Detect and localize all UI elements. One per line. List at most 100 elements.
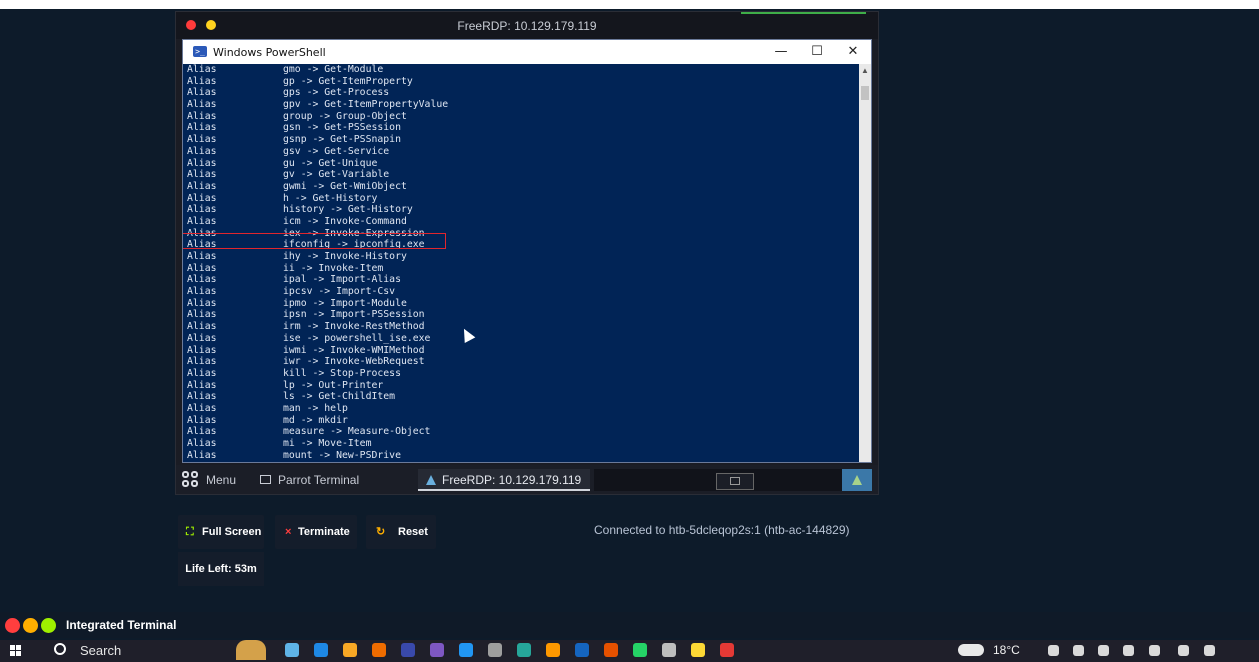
- output-line: Alias gp -> Get-ItemProperty: [187, 76, 859, 88]
- minimize-button[interactable]: —: [763, 42, 799, 62]
- output-line: Alias gsn -> Get-PSSession: [187, 122, 859, 134]
- powershell-window[interactable]: >_ Windows PowerShell — ☐ ✕ Alias gmo -> …: [182, 39, 872, 463]
- tray-icon[interactable]: [1048, 645, 1059, 656]
- command-alias: lp -> Out-Printer: [283, 379, 384, 391]
- fullscreen-icon: ⛶: [186, 526, 194, 538]
- reset-button[interactable]: ↻ Reset: [366, 515, 436, 549]
- tray-icon[interactable]: [1123, 645, 1134, 656]
- output-line: Alias gu -> Get-Unique: [187, 158, 859, 170]
- command-type: Alias: [187, 64, 217, 75]
- search-label[interactable]: Search: [80, 643, 121, 658]
- command-type: Alias: [187, 262, 217, 274]
- parrot-terminal-task[interactable]: Parrot Terminal: [260, 469, 390, 491]
- powershell-title: Windows PowerShell: [213, 46, 326, 59]
- command-alias: gsv -> Get-Service: [283, 145, 390, 157]
- connection-status: Connected to htb-5dcleqop2s:1 (htb-ac-14…: [594, 523, 850, 537]
- parrot-icon: [852, 475, 862, 485]
- taskbar-app-icon[interactable]: [372, 643, 386, 657]
- reset-label: Reset: [398, 526, 428, 538]
- freerdp-window[interactable]: FreeRDP: 10.129.179.119 >_ Windows Power…: [175, 11, 879, 495]
- command-type: Alias: [187, 169, 217, 181]
- command-type: Alias: [187, 379, 217, 391]
- command-type: Alias: [187, 251, 217, 262]
- full-screen-button[interactable]: ⛶ Full Screen: [178, 515, 264, 549]
- command-type: Alias: [187, 99, 217, 111]
- output-line: Alias ipsn -> Import-PSSession: [187, 309, 859, 321]
- command-alias: gv -> Get-Variable: [283, 169, 390, 181]
- output-line: Alias lp -> Out-Printer: [187, 380, 859, 392]
- command-type: Alias: [187, 356, 217, 368]
- terminate-button[interactable]: × Terminate: [275, 515, 357, 549]
- taskbar-app-icon[interactable]: [401, 643, 415, 657]
- tray-icon[interactable]: [1149, 645, 1160, 656]
- powershell-output[interactable]: Alias gmo -> Get-Module Alias gp -> Get-Ite…: [183, 64, 859, 462]
- powershell-title-bar[interactable]: >_ Windows PowerShell — ☐ ✕: [183, 40, 871, 64]
- taskbar-app-icon[interactable]: [633, 643, 647, 657]
- taskbar-app-icon[interactable]: [691, 643, 705, 657]
- taskbar-app-icon[interactable]: [314, 643, 328, 657]
- command-alias: man -> help: [283, 402, 348, 414]
- windows-start-icon[interactable]: [10, 645, 22, 657]
- command-alias: group -> Group-Object: [283, 110, 407, 122]
- red-dot-icon[interactable]: [5, 618, 20, 633]
- taskbar-app-icon[interactable]: [285, 643, 299, 657]
- windows-taskbar: Search 18°C: [0, 640, 1259, 662]
- maximize-button[interactable]: ☐: [799, 42, 835, 62]
- scrollbar-thumb[interactable]: [861, 86, 869, 100]
- temperature[interactable]: 18°C: [993, 643, 1020, 657]
- taskbar-app-icon[interactable]: [604, 643, 618, 657]
- tray-icon[interactable]: [1204, 645, 1215, 656]
- taskbar-app-icon[interactable]: [662, 643, 676, 657]
- powershell-icon: >_: [193, 46, 207, 57]
- search-icon[interactable]: [54, 643, 66, 655]
- freerdp-task[interactable]: FreeRDP: 10.129.179.119: [418, 469, 590, 491]
- terminate-label: Terminate: [298, 526, 350, 538]
- refresh-icon: ↻: [376, 526, 386, 538]
- taskbar-app-icon[interactable]: [430, 643, 444, 657]
- taskbar-app-icon[interactable]: [575, 643, 589, 657]
- command-alias: irm -> Invoke-RestMethod: [283, 321, 425, 333]
- taskbar-app-icon[interactable]: [720, 643, 734, 657]
- taskbar-app-icon[interactable]: [517, 643, 531, 657]
- command-alias: kill -> Stop-Process: [283, 367, 401, 379]
- tray-icon[interactable]: [1073, 645, 1084, 656]
- taskbar-app-icon[interactable]: [343, 643, 357, 657]
- orange-dot-icon[interactable]: [23, 618, 38, 633]
- command-alias: gsnp -> Get-PSSnapin: [283, 134, 401, 146]
- output-line: Alias gmo -> Get-Module: [187, 64, 859, 76]
- command-alias: measure -> Measure-Object: [283, 426, 431, 438]
- command-alias: gpv -> Get-ItemPropertyValue: [283, 99, 449, 111]
- command-type: Alias: [187, 87, 217, 99]
- command-type: Alias: [187, 134, 217, 146]
- freerdp-task-label: FreeRDP: 10.129.179.119: [442, 473, 582, 487]
- taskbar-app-icon[interactable]: [488, 643, 502, 657]
- scroll-up-icon[interactable]: ▲: [859, 66, 871, 76]
- command-type: Alias: [187, 110, 217, 122]
- show-desktop-button[interactable]: [842, 469, 872, 491]
- output-line: Alias group -> Group-Object: [187, 111, 859, 123]
- tray-icon[interactable]: [1178, 645, 1189, 656]
- close-button[interactable]: ✕: [835, 42, 871, 62]
- green-dot-icon[interactable]: [41, 618, 56, 633]
- output-line: Alias gwmi -> Get-WmiObject: [187, 181, 859, 193]
- weather-icon[interactable]: [958, 644, 984, 656]
- command-alias: md -> mkdir: [283, 414, 348, 426]
- scrollbar[interactable]: ▲: [859, 64, 871, 462]
- command-alias: gp -> Get-ItemProperty: [283, 75, 413, 87]
- top-strip: [0, 0, 1259, 9]
- taskbar-app-icon[interactable]: [459, 643, 473, 657]
- output-line: Alias ipcsv -> Import-Csv: [187, 286, 859, 298]
- parrot-menu-button[interactable]: Menu: [180, 469, 250, 491]
- command-type: Alias: [187, 367, 217, 379]
- workspace-icon: [730, 477, 740, 485]
- command-type: Alias: [187, 204, 217, 216]
- widget-icon[interactable]: [236, 640, 266, 660]
- taskbar-app-icon[interactable]: [546, 643, 560, 657]
- tray-icon[interactable]: [1098, 645, 1109, 656]
- command-type: Alias: [187, 391, 217, 403]
- workspace-switcher[interactable]: [716, 473, 754, 490]
- output-line: Alias iwmi -> Invoke-WMIMethod: [187, 345, 859, 357]
- freerdp-title-bar[interactable]: FreeRDP: 10.129.179.119: [176, 12, 878, 39]
- full-screen-label: Full Screen: [202, 526, 262, 538]
- command-type: Alias: [187, 449, 217, 461]
